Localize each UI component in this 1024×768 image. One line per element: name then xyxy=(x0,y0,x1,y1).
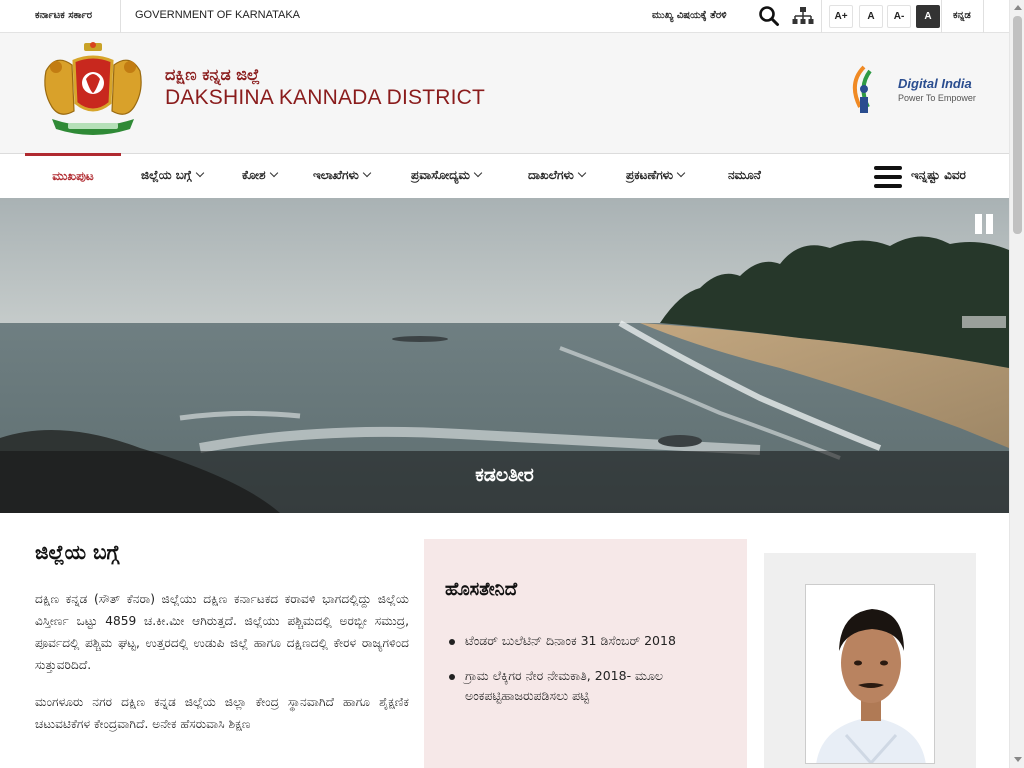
nav-item-about[interactable]: ಜಿಲ್ಲೆಯ ಬಗ್ಗೆ xyxy=(141,168,204,183)
chevron-down-icon xyxy=(195,168,204,178)
nav-label: ಪ್ರಕಟಣೆಗಳು xyxy=(626,168,674,182)
high-contrast-button[interactable]: A xyxy=(916,5,940,28)
digital-india-title: Digital India xyxy=(898,76,972,91)
news-list: ಟೆಂಡರ್ ಬುಲೆಟಿನ್ ದಿನಾಂಕ 31 ಡಿಸೆಂಬರ್ 2018 … xyxy=(449,631,739,721)
nav-item-directory[interactable]: ಕೋಶ xyxy=(242,168,278,183)
digital-india-tagline: Power To Empower xyxy=(898,93,976,103)
pause-icon[interactable] xyxy=(975,214,995,234)
nav-item-notices[interactable]: ಪ್ರಕಟಣೆಗಳು xyxy=(626,168,686,183)
nav-label: ಪ್ರವಾಸೋದ್ಯಮ xyxy=(411,168,470,182)
chevron-down-icon xyxy=(473,168,483,178)
whats-new-panel: ಹೊಸತೇನಿದೆ ಟೆಂಡರ್ ಬುಲೆಟಿನ್ ದಿನಾಂಕ 31 ಡಿಸೆ… xyxy=(424,539,747,768)
nav-label: ದಾಖಲೆಗಳು xyxy=(528,168,574,182)
officer-profile-card xyxy=(764,553,976,768)
officer-photo xyxy=(805,584,935,764)
nav-label: ಜಿಲ್ಲೆಯ ಬಗ್ಗೆ xyxy=(141,168,192,182)
site-header: ದಕ್ಷಿಣ ಕನ್ನಡ ಜಿಲ್ಲೆ DAKSHINA KANNADA DIS… xyxy=(0,33,1009,153)
karnataka-emblem-logo[interactable] xyxy=(38,41,148,141)
nav-item-departments[interactable]: ಇಲಾಖೆಗಳು xyxy=(313,168,372,183)
nav-label: ಇಲಾಖೆಗಳು xyxy=(313,168,359,182)
news-item[interactable]: ಗ್ರಾಮ ಲೆಕ್ಕಿಗರ ನೇರ ನೇಮಕಾತಿ, 2018- ಮೂಲ ಅಂ… xyxy=(449,666,739,706)
nav-item-tourism[interactable]: ಪ್ರವಾಸೋದ್ಯಮ xyxy=(411,168,483,183)
divider xyxy=(941,0,942,33)
top-utility-bar: ಕರ್ನಾಟಕ ಸರ್ಕಾರ GOVERNMENT OF KARNATAKA ಮ… xyxy=(0,0,1009,33)
scroll-down-icon[interactable] xyxy=(1014,757,1022,762)
chevron-down-icon xyxy=(269,168,278,178)
font-increase-button[interactable]: A+ xyxy=(829,5,853,28)
divider xyxy=(983,0,984,33)
font-normal-button[interactable]: A xyxy=(859,5,883,28)
chevron-down-icon xyxy=(577,168,587,178)
about-heading: ಜಿಲ್ಲೆಯ ಬಗ್ಗೆ xyxy=(35,540,120,564)
search-icon[interactable] xyxy=(758,5,780,27)
sitemap-icon[interactable] xyxy=(792,6,814,26)
skip-to-main-link[interactable]: ಮುಖ್ಯ ವಿಷಯಕ್ಕೆ ತೆರಳಿ xyxy=(652,10,727,21)
divider xyxy=(120,0,121,33)
page-scrollbar[interactable] xyxy=(1009,0,1024,768)
nav-item-documents[interactable]: ದಾಖಲೆಗಳು xyxy=(528,168,587,183)
nav-home[interactable]: ಮುಖಪುಟ xyxy=(25,153,121,198)
whats-new-heading: ಹೊಸತೇನಿದೆ xyxy=(445,579,518,600)
nav-item-forms[interactable]: ನಮೂನೆ xyxy=(728,168,761,183)
district-title-kannada: ದಕ್ಷಿಣ ಕನ್ನಡ ಜಿಲ್ಲೆ xyxy=(165,65,260,84)
district-title-english[interactable]: DAKSHINA KANNADA DISTRICT xyxy=(165,86,485,110)
font-decrease-button[interactable]: A- xyxy=(887,5,911,28)
about-description: ದಕ್ಷಿಣ ಕನ್ನಡ (ಸೌತ್ ಕೆನರಾ) ಜಿಲ್ಲೆಯು ದಕ್ಷಿ… xyxy=(35,588,409,750)
slide-caption: ಕಡಲತೀರ xyxy=(0,451,1009,513)
chevron-down-icon xyxy=(676,168,686,178)
main-navigation: ಮುಖಪುಟ ಜಿಲ್ಲೆಯ ಬಗ್ಗೆ ಕೋಶ ಇಲಾಖೆಗಳು ಪ್ರವಾಸ… xyxy=(0,153,1009,198)
nav-label: ಕೋಶ xyxy=(242,168,266,182)
divider xyxy=(821,0,822,33)
about-paragraph: ದಕ್ಷಿಣ ಕನ್ನಡ (ಸೌತ್ ಕೆನರಾ) ಜಿಲ್ಲೆಯು ದಕ್ಷಿ… xyxy=(35,592,409,672)
scrollbar-thumb[interactable] xyxy=(1013,16,1022,234)
menu-icon[interactable] xyxy=(874,166,902,188)
chevron-down-icon xyxy=(362,168,372,178)
news-item[interactable]: ಟೆಂಡರ್ ಬುಲೆಟಿನ್ ದಿನಾಂಕ 31 ಡಿಸೆಂಬರ್ 2018 xyxy=(449,631,739,651)
hero-slider: ಕಡಲತೀರ xyxy=(0,198,1009,513)
gov-kannada-link[interactable]: ಕರ್ನಾಟಕ ಸರ್ಕಾರ xyxy=(35,10,92,21)
language-selector[interactable]: ಕನ್ನಡ xyxy=(953,10,971,21)
scroll-up-icon[interactable] xyxy=(1014,5,1022,10)
about-paragraph: ಮಂಗಳೂರು ನಗರ ದಕ್ಷಿಣ ಕನ್ನಡ ಜಿಲ್ಲೆಯ ಜಿಲ್ಲಾ … xyxy=(35,695,409,731)
more-details-link[interactable]: ಇನ್ನಷ್ಟು ವಿವರ xyxy=(911,168,966,183)
gov-english-link[interactable]: GOVERNMENT OF KARNATAKA xyxy=(135,9,300,21)
